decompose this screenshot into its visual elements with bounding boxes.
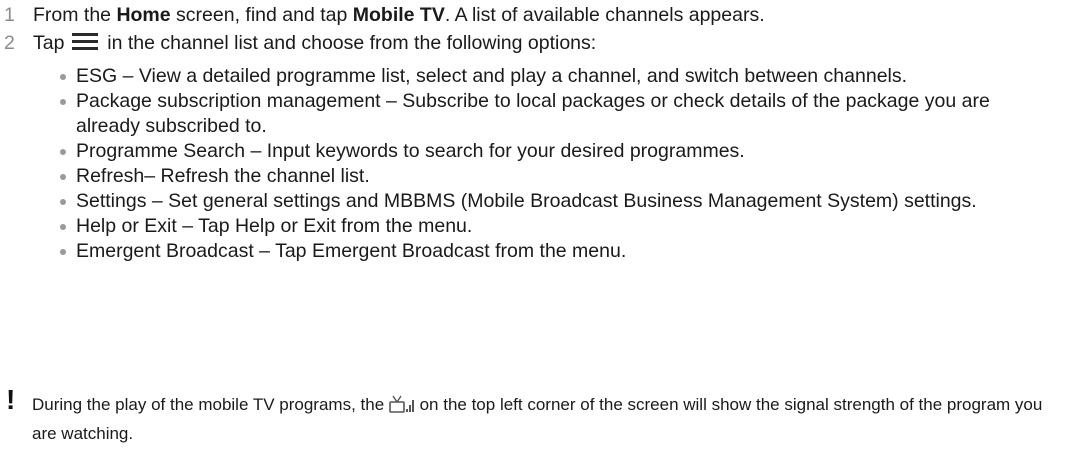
options-list: ESG – View a detailed programme list, se… bbox=[60, 64, 1050, 264]
step-text: screen, find and tap bbox=[170, 4, 353, 26]
tv-signal-icon bbox=[389, 394, 415, 414]
step-number: 1 bbox=[4, 4, 15, 26]
home-label: Home bbox=[116, 4, 171, 26]
list-item: ESG – View a detailed programme list, se… bbox=[60, 64, 1050, 89]
bullet-icon bbox=[60, 149, 66, 155]
exclamation-icon: ! bbox=[6, 384, 16, 415]
step-text: . A list of available channels appears. bbox=[444, 4, 765, 26]
step-text: From the bbox=[33, 4, 117, 26]
list-item: Help or Exit – Tap Help or Exit from the… bbox=[60, 214, 1050, 239]
note-text-part: During the play of the mobile TV program… bbox=[32, 395, 389, 414]
list-item: Emergent Broadcast – Tap Emergent Broadc… bbox=[60, 239, 1050, 264]
option-text: Refresh– Refresh the channel list. bbox=[76, 165, 370, 187]
option-text: ESG – View a detailed programme list, se… bbox=[76, 65, 908, 87]
step-1: 1 From the Home screen, find and tap Mobi… bbox=[4, 2, 765, 28]
note-text: During the play of the mobile TV program… bbox=[32, 390, 1062, 448]
bullet-icon bbox=[60, 224, 66, 230]
bullet-icon bbox=[60, 249, 66, 255]
step-2: 2 Tap in the channel list and choose from… bbox=[4, 30, 596, 56]
list-item: Package subscription management – Subscr… bbox=[60, 89, 1050, 139]
bullet-icon bbox=[60, 99, 66, 105]
bullet-icon bbox=[60, 199, 66, 205]
mobile-tv-label: Mobile TV bbox=[352, 4, 445, 26]
step-text: in the channel list and choose from the … bbox=[107, 32, 597, 54]
list-item: Refresh– Refresh the channel list. bbox=[60, 164, 1050, 189]
step-number: 2 bbox=[4, 32, 15, 54]
step-text: Tap bbox=[33, 32, 65, 54]
bullet-icon bbox=[60, 174, 66, 180]
option-text: Emergent Broadcast – Tap Emergent Broadc… bbox=[76, 240, 627, 262]
list-item: Programme Search – Input keywords to sea… bbox=[60, 139, 1050, 164]
list-item: Settings – Set general settings and MBBM… bbox=[60, 189, 1050, 214]
option-text: Programme Search – Input keywords to sea… bbox=[76, 140, 745, 162]
option-text: Help or Exit – Tap Help or Exit from the… bbox=[76, 215, 473, 237]
option-text: Settings – Set general settings and MBBM… bbox=[76, 190, 977, 212]
menu-icon bbox=[71, 32, 98, 51]
bullet-icon bbox=[60, 74, 66, 80]
option-text: Package subscription management – Subscr… bbox=[76, 90, 990, 137]
instruction-page: 1 From the Home screen, find and tap Mobi… bbox=[0, 0, 1075, 459]
